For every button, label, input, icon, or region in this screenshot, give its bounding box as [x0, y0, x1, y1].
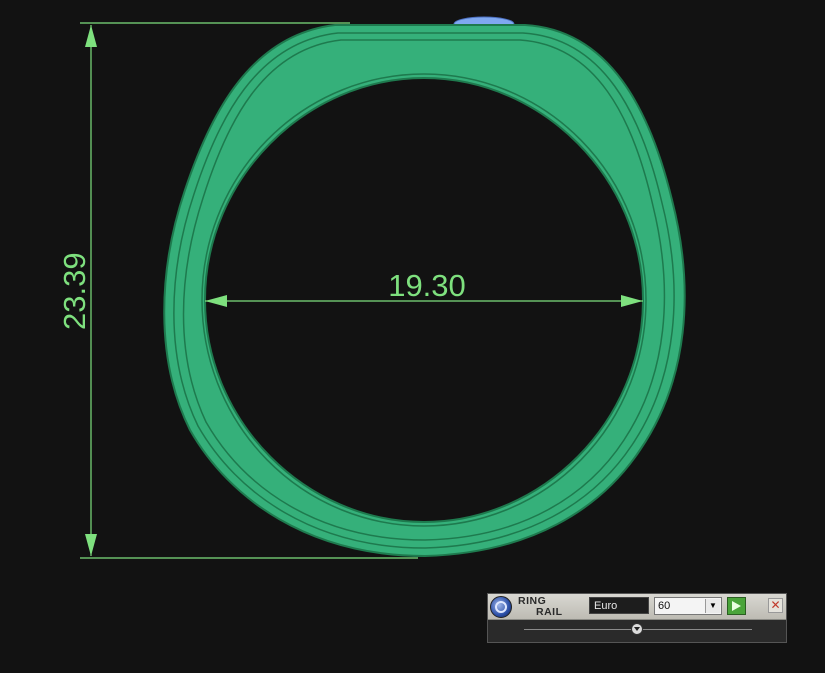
play-icon — [732, 601, 741, 611]
diameter-arrow-left — [205, 295, 227, 307]
height-arrow-bottom — [85, 534, 97, 556]
3d-viewport[interactable]: 23.39 19.30 — [0, 0, 825, 673]
play-button[interactable] — [727, 597, 746, 615]
ring-rail-toolbar: RING RAIL Euro 60 ▼ ✕ — [488, 594, 786, 620]
ring-size-value: 60 — [658, 600, 671, 612]
ring-rail-logo-icon — [490, 596, 512, 618]
size-system-field[interactable]: Euro — [589, 597, 649, 614]
diameter-dimension-label: 19.30 — [388, 268, 466, 303]
chevron-down-icon[interactable]: ▼ — [705, 599, 720, 613]
close-button[interactable]: ✕ — [768, 598, 783, 613]
close-icon: ✕ — [770, 598, 781, 612]
ring-rail-panel: RING RAIL Euro 60 ▼ ✕ — [487, 593, 787, 643]
height-dimension-label: 23.39 — [57, 252, 92, 330]
ring-rail-title-line2: RAIL — [536, 606, 563, 618]
height-arrow-top — [85, 25, 97, 47]
diameter-arrow-right — [621, 295, 643, 307]
ring-size-select[interactable]: 60 ▼ — [654, 597, 722, 615]
slider-knob-icon[interactable] — [631, 623, 643, 635]
